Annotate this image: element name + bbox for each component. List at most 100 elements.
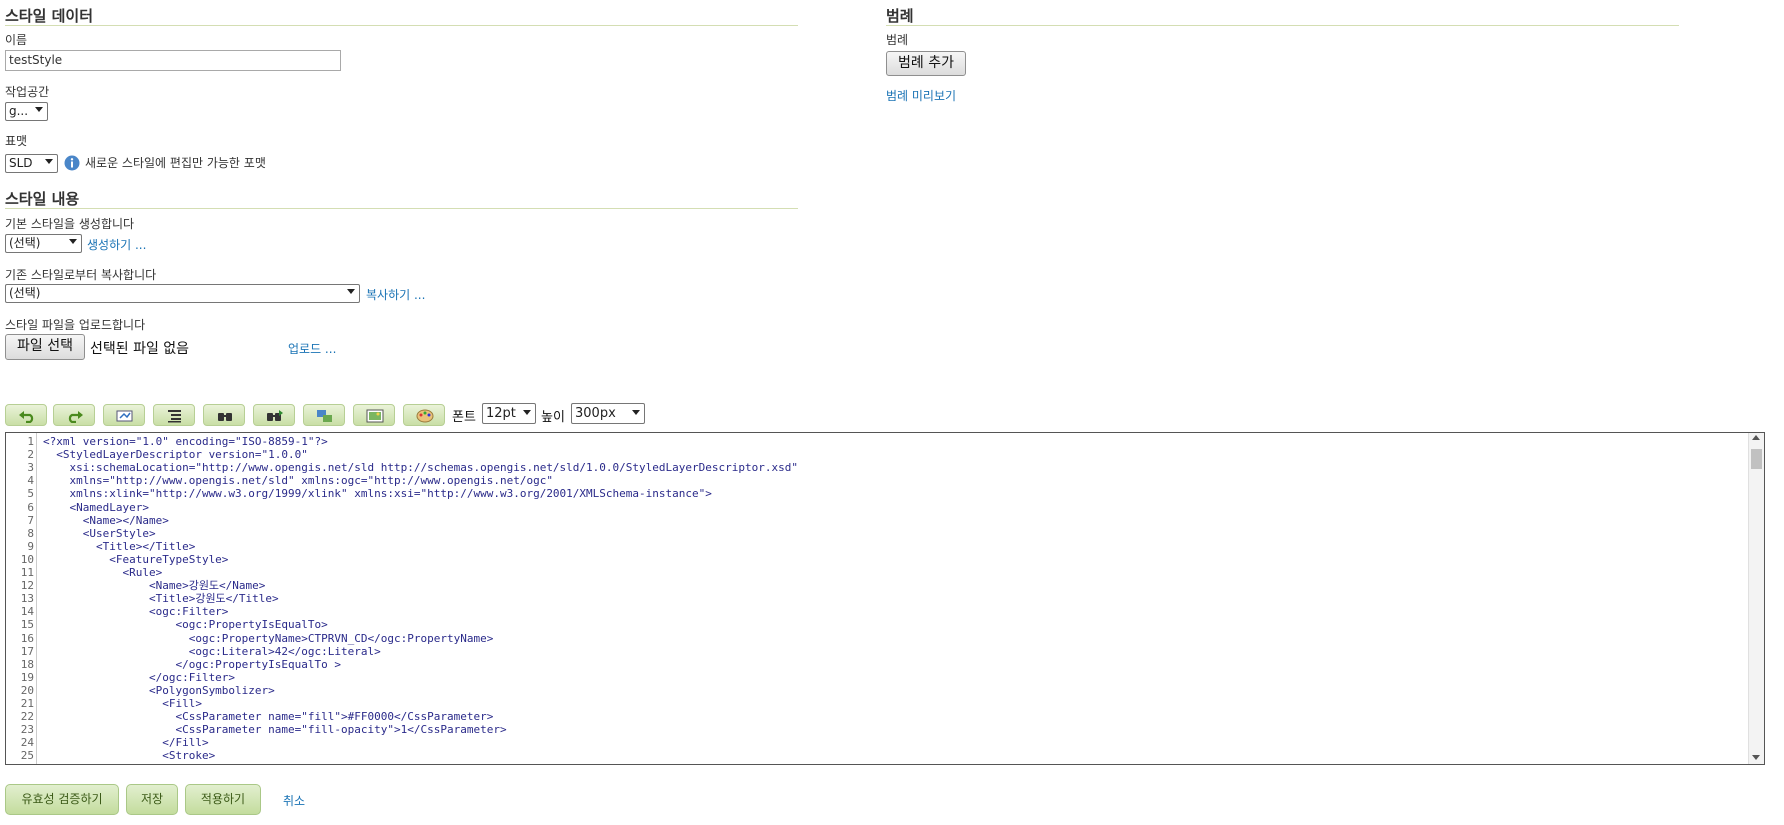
- line-number: 5: [27, 487, 34, 501]
- name-input[interactable]: testStyle: [5, 50, 341, 71]
- code-line: xmlns:xlink="http://www.w3.org/1999/xlin…: [43, 487, 712, 501]
- code-line: <Title>강원도</Title>: [43, 592, 279, 606]
- file-status: 선택된 파일 없음: [90, 341, 190, 357]
- upload-style-label: 스타일 파일을 업로드합니다: [5, 318, 146, 332]
- chevron-down-icon: [632, 410, 640, 415]
- legend-preview-link[interactable]: 범례 미리보기: [886, 87, 956, 104]
- workspace-select-value: g...: [9, 104, 29, 118]
- reformat-icon: [168, 410, 181, 423]
- undo-button[interactable]: [5, 404, 47, 426]
- line-number: 9: [27, 539, 34, 553]
- chevron-down-icon: [69, 239, 77, 244]
- line-number: 1: [27, 435, 34, 448]
- line-number: 19: [20, 670, 34, 684]
- apply-button[interactable]: 적용하기: [185, 784, 261, 815]
- code-editor[interactable]: 1 2 3 4 5 6 7 8 9 10 11 12 13 14 15 16 17 18 19 20 21 22 23 24 2…: [5, 432, 1765, 765]
- line-number: 12: [20, 579, 34, 593]
- code-line: <?xml version="1.0" encoding="ISO-8859-1…: [43, 435, 328, 448]
- line-number: 7: [27, 513, 34, 527]
- style-data-heading: 스타일 데이터: [5, 7, 94, 25]
- color-palette-button[interactable]: [403, 404, 445, 426]
- scroll-up-icon[interactable]: [1752, 435, 1760, 440]
- vertical-scrollbar[interactable]: [1748, 433, 1764, 764]
- scrollbar-thumb[interactable]: [1751, 449, 1762, 469]
- copy-link[interactable]: 복사하기 ...: [366, 286, 425, 303]
- add-legend-button[interactable]: 범례 추가: [886, 51, 966, 76]
- divider: [5, 208, 798, 209]
- code-line: <Name>강원도</Name>: [43, 579, 266, 593]
- find-replace-button[interactable]: [253, 404, 295, 426]
- code-line: <Rule>: [43, 566, 163, 579]
- divider: [5, 25, 798, 26]
- default-style-select[interactable]: (선택): [5, 234, 82, 253]
- generate-link[interactable]: 생성하기 ...: [87, 236, 146, 253]
- chevron-down-icon: [523, 410, 531, 415]
- code-line: <NamedLayer>: [43, 500, 149, 514]
- code-line: <Title></Title>: [43, 539, 196, 553]
- default-style-label: 기본 스타일을 생성합니다: [5, 217, 135, 231]
- format-select[interactable]: SLD: [5, 154, 58, 173]
- format-note: 새로운 스타일에 편집만 가능한 포맷: [85, 156, 266, 170]
- scroll-down-icon[interactable]: [1752, 755, 1760, 760]
- code-line: </ogc:Filter>: [43, 670, 236, 684]
- name-label: 이름: [5, 33, 28, 47]
- format-select-value: SLD: [9, 156, 33, 170]
- workspace-select[interactable]: g...: [5, 102, 48, 121]
- line-number: 6: [27, 500, 34, 514]
- line-number: 14: [20, 605, 34, 619]
- find-button[interactable]: [203, 404, 245, 426]
- line-number: 20: [20, 683, 34, 697]
- line-number: 25: [20, 749, 34, 763]
- replace-all-icon: [317, 410, 332, 422]
- height-label: 높이: [541, 410, 565, 425]
- go-to-line-button[interactable]: [103, 404, 145, 426]
- chevron-down-icon: [35, 107, 43, 112]
- code-line: <UserStyle>: [43, 526, 156, 540]
- code-line: <PolygonSymbolizer>: [43, 683, 275, 697]
- code-line: <Name></Name>: [43, 513, 169, 527]
- file-select-button[interactable]: 파일 선택: [5, 334, 85, 360]
- save-button[interactable]: 저장: [126, 784, 178, 815]
- font-label: 폰트: [452, 410, 476, 425]
- image-button[interactable]: [353, 404, 395, 426]
- cancel-link[interactable]: 취소: [283, 792, 305, 809]
- font-size-select[interactable]: 12pt: [482, 403, 536, 424]
- format-label: 표맷: [5, 134, 28, 148]
- legend-label: 범례: [886, 33, 909, 47]
- workspace-label: 작업공간: [5, 85, 50, 99]
- code-line: <ogc:Filter>: [43, 605, 229, 619]
- redo-button[interactable]: [53, 404, 95, 426]
- code-line: <CssParameter name="fill">#FF0000</CssPa…: [43, 710, 494, 724]
- chevron-down-icon: [347, 289, 355, 294]
- code-line: <ogc:PropertyName>CTPRVN_CD</ogc:Propert…: [43, 631, 494, 645]
- reformat-button[interactable]: [153, 404, 195, 426]
- line-number: 15: [20, 618, 34, 632]
- line-number: 22: [20, 710, 34, 724]
- find-icon: [218, 413, 232, 421]
- code-line: <FeatureTypeStyle>: [43, 552, 229, 566]
- code-line: <Stroke>: [43, 749, 216, 763]
- line-number: 17: [20, 644, 34, 658]
- chevron-down-icon: [45, 159, 53, 164]
- code-line: xmlns="http://www.opengis.net/sld" xmlns…: [43, 474, 553, 488]
- line-number: 16: [20, 631, 34, 645]
- code-line: <CssParameter name="fill-opacity">1</Css…: [43, 723, 507, 737]
- color-palette-icon: [416, 409, 434, 423]
- line-number: 3: [27, 461, 34, 475]
- line-number: 2: [27, 448, 34, 462]
- style-content-heading: 스타일 내용: [5, 190, 80, 208]
- replace-all-button[interactable]: [303, 404, 345, 426]
- editor-height-select-value: 300px: [575, 406, 616, 421]
- divider: [886, 25, 1679, 26]
- line-number: 18: [20, 657, 34, 671]
- editor-height-select[interactable]: 300px: [571, 403, 645, 424]
- undo-icon: [19, 411, 34, 423]
- legend-heading: 범례: [886, 7, 914, 25]
- copy-style-select[interactable]: (선택): [5, 284, 360, 303]
- validate-button[interactable]: 유효성 검증하기: [5, 784, 119, 815]
- upload-link[interactable]: 업로드 ...: [288, 340, 336, 357]
- info-icon: [64, 155, 80, 171]
- go-to-line-icon: [116, 410, 133, 422]
- code-line: <Fill>: [43, 697, 202, 710]
- font-size-select-value: 12pt: [486, 406, 516, 421]
